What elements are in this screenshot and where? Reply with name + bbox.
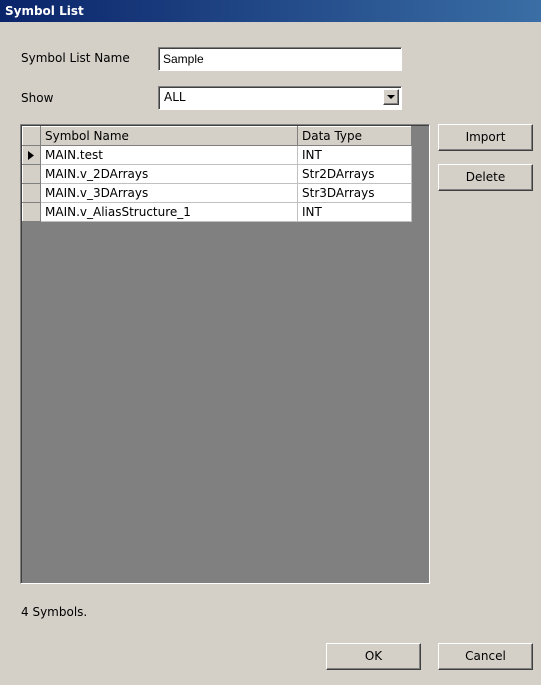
row-selector[interactable] — [22, 145, 41, 165]
show-label: Show — [21, 91, 54, 105]
row-selector[interactable] — [22, 202, 41, 222]
symbol-list-name-label: Symbol List Name — [21, 51, 130, 65]
table-row[interactable]: MAIN.test INT — [22, 145, 412, 165]
window-title: Symbol List — [0, 0, 541, 22]
cancel-button[interactable]: Cancel — [438, 643, 533, 670]
cell-symbol-name[interactable]: MAIN.test — [40, 145, 298, 165]
import-button[interactable]: Import — [438, 124, 533, 151]
cell-data-type[interactable]: Str3DArrays — [297, 183, 412, 203]
cell-symbol-name[interactable]: MAIN.v_3DArrays — [40, 183, 298, 203]
table-row[interactable]: MAIN.v_2DArrays Str2DArrays — [22, 164, 412, 184]
cell-data-type[interactable]: Str2DArrays — [297, 164, 412, 184]
table-row[interactable]: MAIN.v_3DArrays Str3DArrays — [22, 183, 412, 203]
cell-symbol-name[interactable]: MAIN.v_2DArrays — [40, 164, 298, 184]
show-select-value: ALL — [164, 90, 186, 104]
symbol-table[interactable]: Symbol Name Data Type MAIN.test INT MAIN.v… — [20, 124, 430, 584]
chevron-down-icon — [387, 95, 395, 99]
show-select[interactable]: ALL — [158, 86, 402, 110]
ok-button[interactable]: OK — [326, 643, 421, 670]
table-row[interactable]: MAIN.v_AliasStructure_1 INT — [22, 202, 412, 222]
cell-data-type[interactable]: INT — [297, 145, 412, 165]
column-header-data-type[interactable]: Data Type — [297, 126, 412, 146]
cell-data-type[interactable]: INT — [297, 202, 412, 222]
symbol-count-status: 4 Symbols. — [21, 605, 88, 619]
show-dropdown-button[interactable] — [383, 89, 399, 105]
row-selector[interactable] — [22, 164, 41, 184]
table-header-row: Symbol Name Data Type — [22, 126, 412, 146]
delete-button[interactable]: Delete — [438, 164, 533, 191]
cell-symbol-name[interactable]: MAIN.v_AliasStructure_1 — [40, 202, 298, 222]
symbol-list-name-input[interactable] — [158, 47, 402, 71]
corner-header — [22, 126, 41, 146]
column-header-symbol-name[interactable]: Symbol Name — [40, 126, 298, 146]
row-pointer-icon — [28, 151, 34, 160]
row-selector[interactable] — [22, 183, 41, 203]
